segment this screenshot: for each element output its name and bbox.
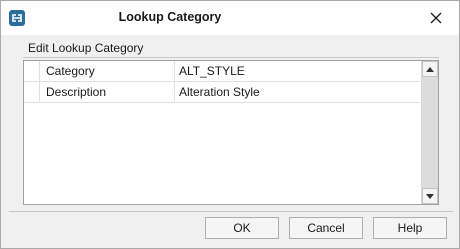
- vertical-scrollbar[interactable]: [421, 61, 438, 204]
- scroll-down-button[interactable]: [422, 188, 438, 204]
- property-grid: Category ALT_STYLE Description Alteratio…: [23, 60, 439, 205]
- description-value[interactable]: Alteration Style: [175, 82, 420, 102]
- scroll-up-button[interactable]: [422, 61, 438, 77]
- help-button[interactable]: Help: [373, 217, 447, 239]
- row-key: Description: [40, 82, 175, 102]
- lookup-category-dialog: Lookup Category Edit Lookup Category Cat…: [0, 0, 460, 249]
- ok-button[interactable]: OK: [205, 217, 279, 239]
- close-button[interactable]: [419, 5, 453, 31]
- arrow-down-icon: [426, 193, 434, 199]
- grid-row-category[interactable]: Category ALT_STYLE: [24, 61, 420, 82]
- scroll-track[interactable]: [422, 77, 438, 188]
- category-value[interactable]: ALT_STYLE: [175, 61, 420, 81]
- close-icon: [430, 12, 442, 24]
- group-label: Edit Lookup Category: [28, 41, 144, 55]
- row-marker: [24, 82, 40, 102]
- footer-divider: [9, 211, 453, 212]
- title-bar: Lookup Category: [1, 1, 459, 35]
- row-marker: [24, 61, 40, 81]
- row-key: Category: [40, 61, 175, 81]
- group-divider: [23, 57, 439, 58]
- cancel-button[interactable]: Cancel: [289, 217, 363, 239]
- window-title: Lookup Category: [118, 10, 222, 24]
- arrow-up-icon: [426, 66, 434, 72]
- grid-row-description[interactable]: Description Alteration Style: [24, 82, 420, 103]
